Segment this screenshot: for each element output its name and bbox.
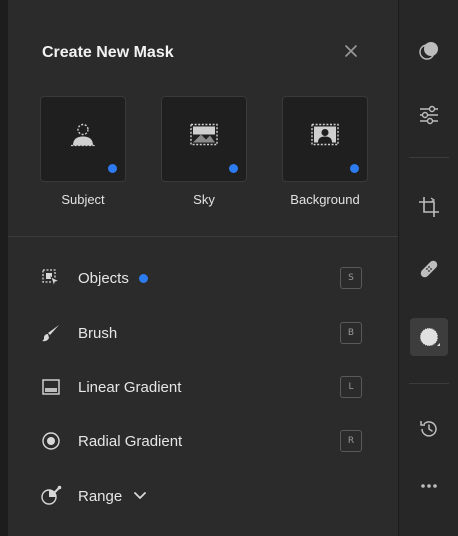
brush-tool[interactable]: Brush B [40, 313, 386, 353]
panel-title: Create New Mask [42, 44, 174, 61]
sky-label: Sky [193, 192, 215, 207]
subject-label: Subject [61, 192, 105, 207]
sky-mask-button[interactable] [161, 96, 247, 182]
left-edge-strip [0, 0, 8, 536]
range-icon [40, 485, 62, 507]
range-label: Range [78, 487, 123, 505]
shortcut-badge: B [340, 322, 362, 344]
sky-icon [189, 123, 219, 152]
shortcut-badge: S [340, 267, 362, 289]
shortcut-badge: R [340, 430, 362, 452]
objects-icon [40, 267, 62, 289]
brush-icon [40, 322, 62, 344]
right-toolbar [398, 0, 458, 536]
background-icon [310, 123, 340, 152]
toolbar-divider [409, 383, 449, 384]
healing-icon[interactable] [410, 250, 448, 288]
linear-gradient-label: Linear Gradient [78, 378, 182, 396]
objects-tool[interactable]: Objects S [40, 258, 386, 298]
brush-label: Brush [78, 324, 118, 342]
ai-indicator-dot [350, 164, 359, 173]
radial-gradient-icon [40, 430, 62, 452]
radial-gradient-label: Radial Gradient [78, 432, 183, 450]
toolbar-divider [409, 157, 449, 158]
close-icon[interactable] [340, 40, 362, 62]
ai-indicator-dot [138, 273, 148, 283]
subject-mask-button[interactable] [40, 96, 126, 182]
edit-icon[interactable] [410, 32, 448, 70]
background-label: Background [290, 192, 360, 207]
history-icon[interactable] [410, 410, 448, 448]
shortcut-badge: L [340, 376, 362, 398]
radial-gradient-tool[interactable]: Radial Gradient R [40, 421, 386, 461]
subject-icon [68, 122, 98, 153]
ai-indicator-dot [108, 164, 117, 173]
masking-icon[interactable] [410, 318, 448, 356]
objects-label: Objects [78, 269, 129, 287]
linear-gradient-icon [40, 376, 62, 398]
range-tool[interactable]: Range [40, 476, 386, 516]
adjustments-icon[interactable] [410, 96, 448, 134]
background-mask-button[interactable] [282, 96, 368, 182]
create-mask-panel: Create New Mask Subject Sky Background O… [8, 0, 398, 536]
more-icon[interactable] [410, 467, 448, 505]
panel-header: Create New Mask Subject Sky Background [8, 0, 398, 236]
linear-gradient-tool[interactable]: Linear Gradient L [40, 367, 386, 407]
section-divider [8, 236, 398, 237]
chevron-down-icon [134, 492, 147, 500]
crop-icon[interactable] [410, 188, 448, 226]
ai-indicator-dot [229, 164, 238, 173]
